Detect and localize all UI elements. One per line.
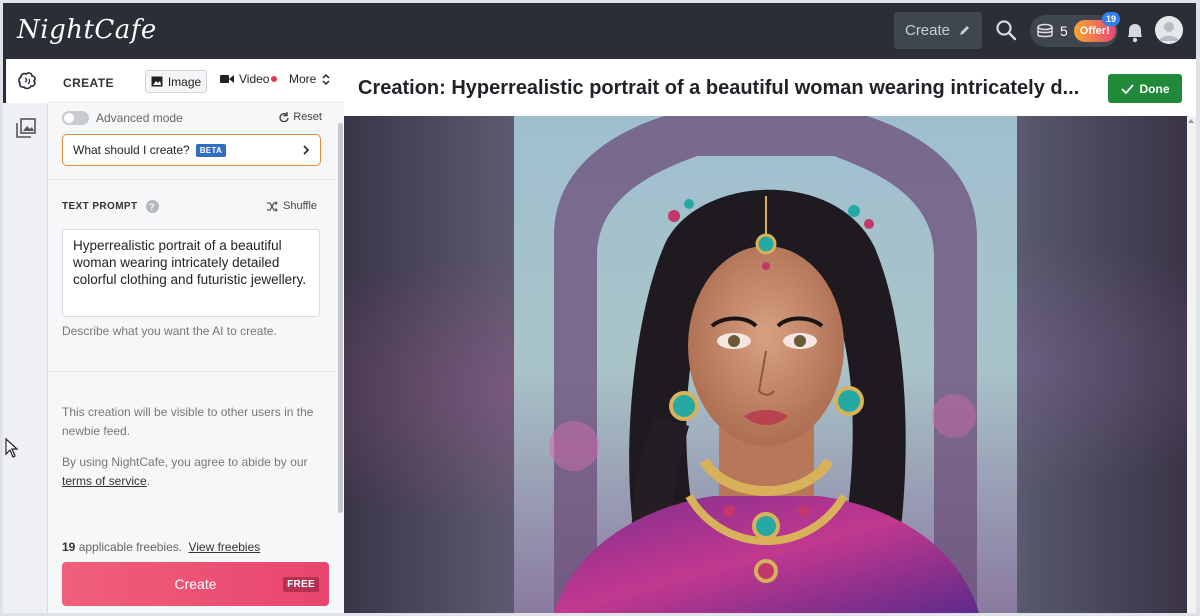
image-icon (151, 76, 163, 87)
avatar[interactable] (1155, 16, 1183, 44)
advanced-mode-toggle[interactable] (62, 111, 89, 125)
shuffle-label: Shuffle (283, 200, 318, 212)
divider (48, 179, 336, 180)
tab-image-label: Image (167, 74, 202, 89)
panel-footer: 19 applicable freebies. View freebies Cr… (48, 528, 344, 613)
create-panel: CREATE Image Video More Advanced mode Re… (48, 59, 344, 613)
avatar-icon (1155, 16, 1183, 44)
nightcafe-logo[interactable]: NightCafe (17, 15, 157, 45)
freebies-text: applicable freebies. (78, 540, 183, 554)
create-button[interactable]: Create FREE (62, 562, 329, 606)
main-scrollbar[interactable] (1187, 116, 1196, 613)
chevron-right-icon (303, 145, 310, 155)
rail-gallery[interactable] (3, 106, 48, 150)
prompt-hint: Describe what you want the AI to create. (62, 324, 277, 338)
tab-image[interactable]: Image (145, 70, 207, 93)
chevron-up-down-icon (322, 73, 330, 85)
search-icon[interactable] (994, 18, 1018, 42)
page-title: Creation: Hyperrealistic portrait of a b… (358, 77, 1080, 99)
terms-prefix: By using NightCafe, you agree to abide b… (62, 455, 308, 469)
top-bar: NightCafe Create 5 Offer! 19 (3, 3, 1196, 59)
beta-badge: BETA (195, 143, 227, 157)
mouse-cursor-icon (5, 438, 19, 458)
coins-icon (1037, 23, 1053, 38)
advanced-mode-label: Advanced mode (96, 111, 183, 125)
tab-create-label: CREATE (63, 76, 114, 90)
terms-suffix: . (146, 474, 151, 488)
done-button[interactable]: Done (1108, 74, 1182, 103)
app-window: NightCafe Create 5 Offer! 19 CREATE Imag… (3, 3, 1196, 613)
create-nav-label: Create (904, 22, 951, 39)
help-icon[interactable]: ? (145, 200, 159, 213)
gallery-icon (15, 118, 36, 138)
terms-of-service-link[interactable]: terms of service (62, 474, 147, 488)
panel-scroll-thumb[interactable] (338, 123, 343, 513)
shuffle-button[interactable]: Shuffle (266, 200, 317, 212)
advanced-mode-row: Advanced mode Reset (62, 108, 322, 128)
brain-icon (18, 72, 36, 90)
what-should-label: What should I create? (73, 143, 190, 157)
pencil-icon (960, 26, 970, 35)
reset-label: Reset (293, 111, 322, 123)
creation-view: Creation: Hyperrealistic portrait of a b… (344, 59, 1196, 613)
panel-body: Advanced mode Reset What should I create… (48, 103, 336, 528)
free-badge: FREE (283, 577, 319, 592)
view-freebies-link[interactable]: View freebies (188, 540, 260, 554)
terms-note: By using NightCafe, you agree to abide b… (62, 453, 324, 491)
new-dot-icon (271, 76, 278, 82)
divider (48, 371, 336, 372)
check-icon (1120, 83, 1134, 94)
icon-rail (3, 59, 48, 613)
rail-create[interactable] (3, 59, 48, 103)
reset-button[interactable]: Reset (279, 111, 322, 123)
video-camera-icon (220, 75, 234, 83)
scroll-up-arrow-icon[interactable] (1188, 119, 1194, 123)
panel-tabs: CREATE Image Video More (48, 59, 344, 103)
tab-more-label: More (289, 72, 317, 86)
tab-video[interactable]: Video (220, 72, 278, 86)
tab-video-label: Video (239, 72, 270, 86)
text-prompt-label: TEXT PROMPT (62, 201, 138, 212)
freebies-row: 19 applicable freebies. View freebies (62, 540, 260, 554)
image-viewer (344, 116, 1187, 613)
tab-more[interactable]: More (289, 72, 330, 86)
coins-count: 5 (1060, 23, 1068, 39)
reset-icon (279, 112, 289, 122)
panel-scrollbar[interactable] (336, 109, 344, 526)
text-prompt-input[interactable]: Hyperrealistic portrait of a beautiful w… (62, 229, 320, 317)
bell-icon[interactable] (1123, 18, 1147, 46)
shuffle-icon (267, 200, 278, 212)
generated-portrait-image[interactable] (514, 116, 1017, 613)
offer-count-badge: 19 (1102, 12, 1120, 26)
visibility-note: This creation will be visible to other u… (62, 405, 314, 438)
text-prompt-heading: TEXT PROMPT ? (62, 200, 159, 213)
create-nav-button[interactable]: Create (894, 12, 982, 49)
what-should-i-create-button[interactable]: What should I create? BETA (62, 134, 321, 166)
freebies-count: 19 (62, 540, 76, 554)
create-button-label: Create (174, 576, 217, 592)
done-label: Done (1139, 81, 1170, 96)
